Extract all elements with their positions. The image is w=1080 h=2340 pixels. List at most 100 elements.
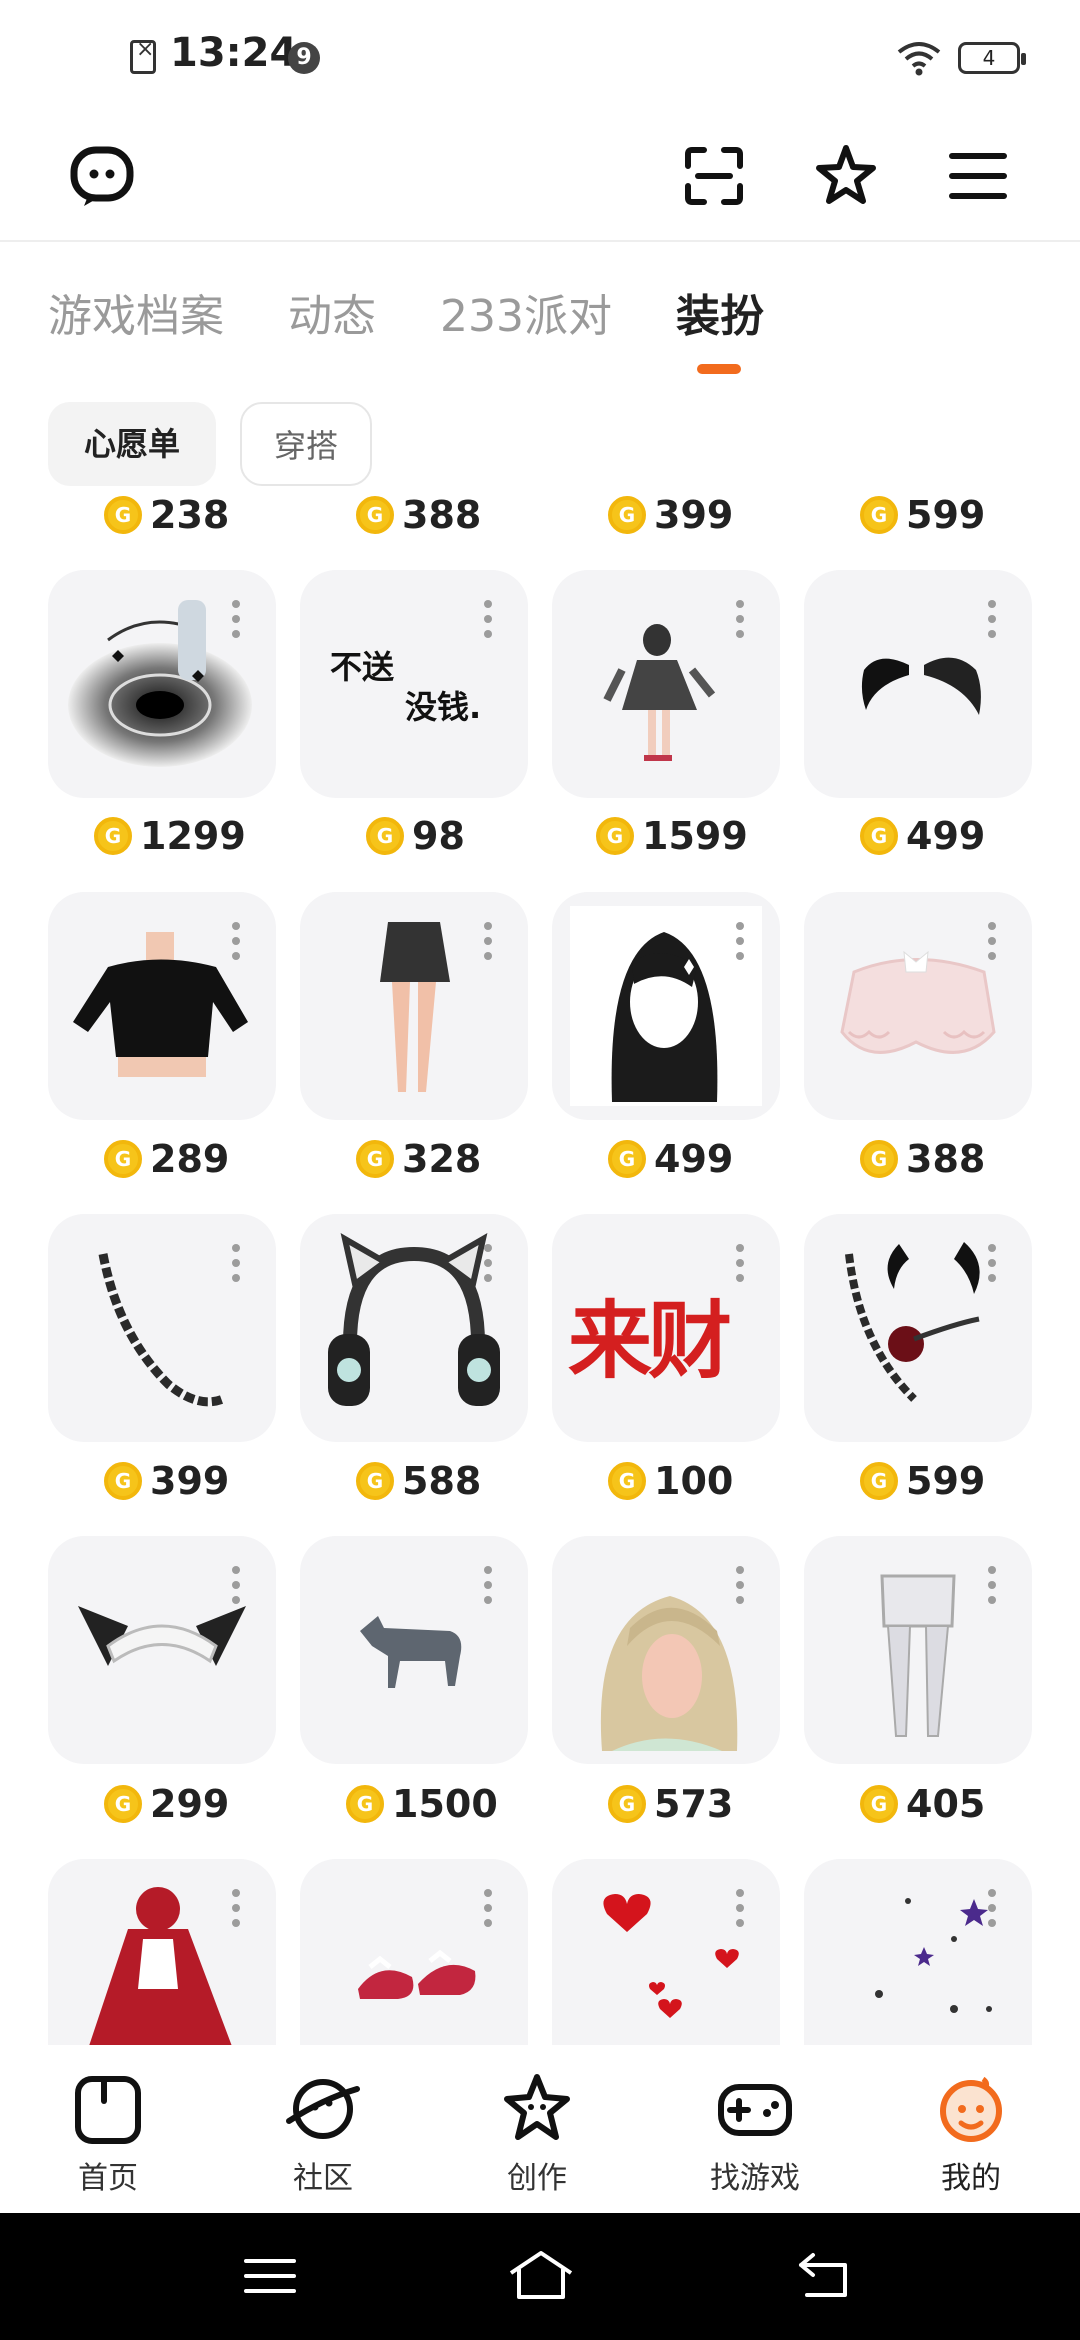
item-card-black-mini-skirt[interactable] [300, 892, 528, 1120]
coin-icon [860, 1461, 898, 1500]
nav-community[interactable]: 社区 [258, 2069, 388, 2197]
coin-icon [608, 1139, 646, 1178]
nav-create[interactable]: 创作 [472, 2069, 602, 2197]
star-icon[interactable] [810, 140, 882, 212]
tab-dress-up[interactable]: 装扮 [676, 280, 764, 344]
more-icon[interactable] [484, 1566, 492, 1611]
item-card-red-calligraphy-sticker[interactable]: 来财 [552, 1214, 780, 1442]
maid-headband-image [78, 1606, 246, 1666]
item-price: 599 [860, 1458, 985, 1504]
more-icon[interactable] [232, 1244, 240, 1289]
planet-icon [286, 2079, 360, 2139]
item-card-black-crop-top[interactable] [48, 892, 276, 1120]
item-card-blonde-hair[interactable] [552, 1536, 780, 1764]
more-icon[interactable] [736, 922, 744, 967]
more-icon[interactable] [484, 1889, 492, 1934]
coin-icon [860, 1139, 898, 1178]
nav-home[interactable]: 首页 [43, 2069, 173, 2197]
more-icon[interactable] [988, 600, 996, 645]
item-card-black-wings[interactable] [804, 570, 1032, 798]
coin-icon [356, 495, 394, 534]
nav-me[interactable]: 我的 [906, 2069, 1036, 2197]
more-icon[interactable] [736, 1566, 744, 1611]
more-icon[interactable] [988, 1566, 996, 1611]
coin-icon [860, 816, 898, 855]
item-card-grey-wolf[interactable] [300, 1536, 528, 1764]
coin-icon [104, 1139, 142, 1178]
item-card-red-hearts-effect[interactable] [552, 1859, 780, 2045]
more-icon[interactable] [484, 922, 492, 967]
sticker-text-line1: 不送 [330, 648, 395, 686]
coin-icon [366, 816, 404, 855]
coin-icon [346, 1784, 384, 1823]
gamepad-icon [718, 2084, 792, 2136]
tab-feed[interactable]: 动态 [288, 280, 376, 344]
item-card-long-black-hair[interactable] [552, 892, 780, 1120]
nav-find-games[interactable]: 找游戏 [690, 2069, 820, 2197]
item-card-purple-stars-effect[interactable] [804, 1859, 1032, 2045]
hearts-image [603, 1894, 739, 2018]
item-card-red-lolita-shoes[interactable] [300, 1859, 528, 2045]
item-card-black-vortex-effect[interactable] [48, 570, 276, 798]
coin-icon [608, 495, 646, 534]
coin-icon [860, 1784, 898, 1823]
wolf-image [360, 1616, 462, 1688]
back-icon[interactable] [795, 2249, 857, 2301]
calligraphy-text: 来财 [568, 1291, 732, 1390]
coin-icon [596, 816, 634, 855]
nav-label: 首页 [78, 2161, 138, 2196]
tab-party[interactable]: 233派对 [440, 280, 612, 344]
more-icon[interactable] [736, 1244, 744, 1289]
item-price: 599 [860, 495, 985, 538]
more-icon[interactable] [232, 922, 240, 967]
coin-icon [860, 495, 898, 534]
scan-icon[interactable] [678, 140, 750, 212]
item-price: 405 [860, 1781, 985, 1827]
more-icon[interactable] [484, 600, 492, 645]
vortex-effect-image [68, 600, 252, 767]
more-icon[interactable] [232, 1889, 240, 1934]
more-icon[interactable] [232, 1566, 240, 1611]
tab-game-profile[interactable]: 游戏档案 [48, 280, 224, 344]
item-price: 1299 [94, 813, 246, 859]
more-icon[interactable] [232, 600, 240, 645]
more-icon[interactable] [988, 922, 996, 967]
outfit-chip[interactable]: 穿搭 [240, 402, 372, 486]
item-card-pink-frilly-bloomers[interactable] [804, 892, 1032, 1120]
more-icon[interactable] [484, 1244, 492, 1289]
item-card-cat-ear-maid-headband[interactable] [48, 1536, 276, 1764]
message-icon[interactable] [66, 140, 138, 212]
more-icon[interactable] [988, 1244, 996, 1289]
coin-icon [356, 1461, 394, 1500]
item-card-white-stockings[interactable] [804, 1536, 1032, 1764]
status-time: 13:24 [170, 30, 298, 76]
gothic-dress-image [603, 624, 716, 761]
item-price: 238 [104, 495, 229, 538]
wishlist-chip[interactable]: 心愿单 [48, 402, 216, 486]
more-icon[interactable] [736, 600, 744, 645]
status-bar: 13:24 9 4 [0, 0, 1080, 110]
item-card-cat-ear-headphones[interactable] [300, 1214, 528, 1442]
bottom-nav: 首页 社区 创作 找游戏 我的 [0, 2045, 1080, 2213]
nav-label: 社区 [293, 2161, 353, 2196]
more-icon[interactable] [736, 1889, 744, 1934]
item-card-red-riding-hood-cloak[interactable] [48, 1859, 276, 2045]
home-button-icon[interactable] [505, 2247, 577, 2303]
item-card-text-sticker[interactable]: 不送 没钱. [300, 570, 528, 798]
braid-image [98, 1253, 225, 1407]
coin-icon [104, 495, 142, 534]
bloomers-image [840, 950, 996, 1054]
coin-icon [104, 1461, 142, 1500]
profile-face-icon [940, 2076, 1002, 2142]
item-card-horns-and-braid[interactable] [804, 1214, 1032, 1442]
menu-icon[interactable] [942, 140, 1014, 212]
red-cloak-image [89, 1887, 232, 2045]
more-icon[interactable] [988, 1889, 996, 1934]
nav-label: 我的 [941, 2161, 1001, 2196]
recents-icon[interactable] [240, 2251, 300, 2301]
item-price: 1500 [346, 1781, 498, 1827]
item-card-black-braid[interactable] [48, 1214, 276, 1442]
item-card-gothic-dress-avatar[interactable] [552, 570, 780, 798]
item-price: 100 [608, 1458, 733, 1504]
item-price: 573 [608, 1781, 733, 1827]
